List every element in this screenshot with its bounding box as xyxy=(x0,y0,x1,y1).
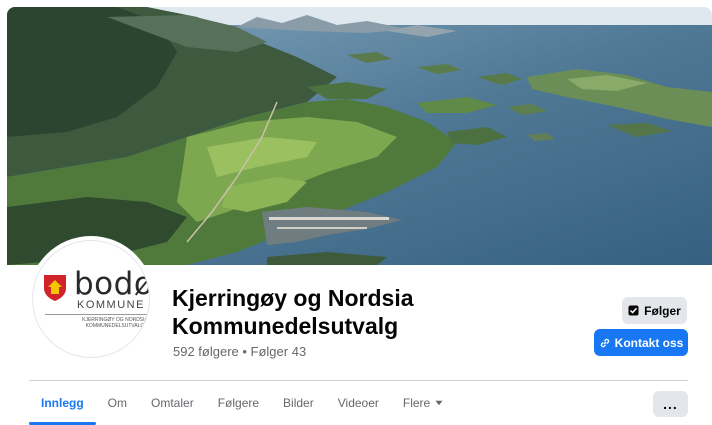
more-options-button[interactable]: ... xyxy=(653,391,688,417)
tab-label: Innlegg xyxy=(41,396,84,410)
follow-check-icon xyxy=(628,305,639,316)
caret-down-icon xyxy=(435,400,443,406)
logo-divider xyxy=(45,314,149,315)
tab-about[interactable]: Om xyxy=(96,381,139,425)
logo-wordmark: bodø xyxy=(74,266,150,302)
profile-avatar[interactable]: bodø KOMMUNE KJERRINGØY OG NORDSIA KOMMU… xyxy=(32,240,150,358)
tab-label: Omtaler xyxy=(151,396,194,410)
cover-photo[interactable] xyxy=(7,7,712,265)
contact-button[interactable]: Kontakt oss xyxy=(594,329,688,356)
tab-photos[interactable]: Bilder xyxy=(271,381,326,425)
following-button[interactable]: Følger xyxy=(622,297,687,324)
page-tabs: Innlegg Om Omtaler Følgere Bilder Videoe… xyxy=(29,381,455,425)
contact-button-label: Kontakt oss xyxy=(614,335,684,350)
logo-small-text: KJERRINGØY OG NORDSIA KOMMUNEDELSUTVALG xyxy=(82,317,148,329)
tab-videos[interactable]: Videoer xyxy=(326,381,391,425)
following-button-label: Følger xyxy=(644,303,681,318)
tab-label: Følgere xyxy=(217,396,260,410)
more-options-label: ... xyxy=(663,396,678,412)
page-title: Kjerringøy og Nordsia Kommunedelsutvalg xyxy=(172,285,414,339)
follower-stats[interactable]: 592 følgere • Følger 43 xyxy=(173,344,306,359)
tab-reviews[interactable]: Omtaler xyxy=(139,381,206,425)
bodo-coat-of-arms-icon xyxy=(44,275,66,301)
link-icon xyxy=(600,338,609,347)
logo-subtitle: KOMMUNE xyxy=(77,299,145,311)
tab-label: Flere xyxy=(402,396,431,410)
tab-more[interactable]: Flere xyxy=(391,381,455,425)
cover-landscape-image xyxy=(7,7,712,265)
tab-label: Bilder xyxy=(283,396,314,410)
tab-posts[interactable]: Innlegg xyxy=(29,381,96,425)
tab-followers[interactable]: Følgere xyxy=(206,381,271,425)
tab-label: Videoer xyxy=(337,396,379,410)
tab-label: Om xyxy=(107,396,128,410)
